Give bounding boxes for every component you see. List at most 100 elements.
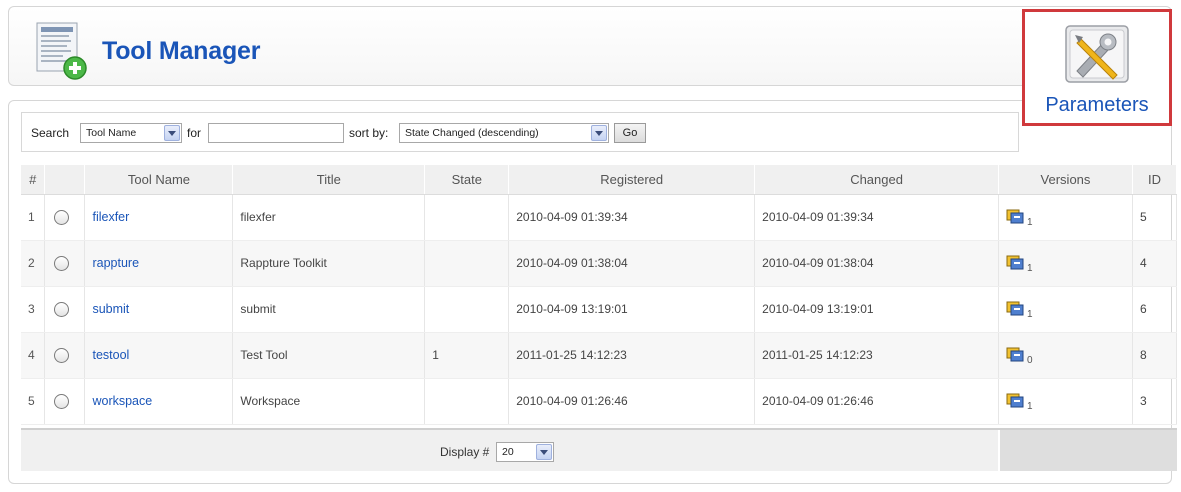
search-label: Search (31, 126, 70, 140)
wrench-screwdriver-icon (1065, 25, 1129, 83)
row-select-cell (44, 332, 86, 379)
versions-cell: 1 (998, 194, 1133, 241)
versions-cell: 1 (998, 286, 1133, 333)
versions-icon[interactable] (1006, 346, 1026, 364)
tool-state (424, 194, 510, 241)
tool-name-link[interactable]: rappture (92, 256, 139, 270)
tool-changed: 2010-04-09 01:26:46 (754, 378, 1000, 425)
tool-id: 5 (1132, 194, 1178, 241)
tools-table: # Tool Name Title State Registered Chang… (21, 165, 1178, 425)
versions-count: 1 (1027, 217, 1033, 229)
row-radio[interactable] (54, 347, 70, 363)
tool-name-cell: testool (84, 332, 234, 379)
tool-id: 6 (1132, 286, 1178, 333)
row-radio[interactable] (54, 393, 70, 409)
chevron-down-icon (164, 125, 180, 141)
tool-changed: 2010-04-09 01:39:34 (754, 194, 1000, 241)
tool-name-cell: submit (84, 286, 234, 333)
versions-count: 1 (1027, 309, 1033, 321)
tool-title: Rappture Toolkit (232, 240, 426, 287)
tool-name-cell: workspace (84, 378, 234, 425)
tool-id: 3 (1132, 378, 1178, 425)
tool-title: Workspace (232, 378, 426, 425)
versions-cell: 1 (998, 240, 1133, 287)
tool-name-cell: rappture (84, 240, 234, 287)
tool-title: Test Tool (232, 332, 426, 379)
versions-cell: 1 (998, 378, 1133, 425)
row-radio[interactable] (54, 209, 70, 225)
versions-icon[interactable] (1006, 208, 1026, 226)
row-number: 2 (21, 240, 46, 287)
display-label: Display # (440, 445, 490, 459)
parameters-label: Parameters (1045, 94, 1149, 116)
versions-cell: 0 (998, 332, 1133, 379)
tool-state (424, 378, 510, 425)
row-radio[interactable] (54, 255, 70, 271)
search-input[interactable] (208, 123, 344, 143)
go-button[interactable]: Go (614, 123, 646, 143)
tool-title: filexfer (232, 194, 426, 241)
footer-filler (1000, 430, 1177, 471)
table-row: 3 submit submit 2010-04-09 13:19:01 2010… (21, 286, 1178, 333)
row-select-cell (44, 378, 86, 425)
display-count-value: 20 (502, 446, 514, 458)
tool-registered: 2010-04-09 01:26:46 (508, 378, 756, 425)
col-header-id[interactable]: ID (1132, 165, 1178, 195)
col-header-tool-name[interactable]: Tool Name (84, 165, 234, 195)
parameters-button[interactable]: Parameters (1022, 9, 1172, 126)
tool-registered: 2010-04-09 01:38:04 (508, 240, 756, 287)
col-header-title[interactable]: Title (232, 165, 426, 195)
tool-name-cell: filexfer (84, 194, 234, 241)
tool-changed: 2010-04-09 01:38:04 (754, 240, 1000, 287)
versions-icon[interactable] (1006, 300, 1026, 318)
row-select-cell (44, 286, 86, 333)
tool-changed: 2011-01-25 14:12:23 (754, 332, 1000, 379)
sort-label: sort by: (349, 126, 389, 140)
versions-count: 1 (1027, 401, 1033, 413)
versions-count: 1 (1027, 263, 1033, 275)
search-field-select[interactable]: Tool Name (80, 123, 182, 143)
tool-manager-add-icon (36, 22, 87, 80)
pagination-area: Display # 20 (21, 430, 998, 471)
header-panel: Tool Manager (8, 6, 1172, 86)
chevron-down-icon (591, 125, 607, 141)
row-select-cell (44, 194, 86, 241)
tool-registered: 2011-01-25 14:12:23 (508, 332, 756, 379)
tool-registered: 2010-04-09 13:19:01 (508, 286, 756, 333)
row-radio[interactable] (54, 301, 70, 317)
tool-name-link[interactable]: submit (92, 302, 129, 316)
col-header-changed[interactable]: Changed (754, 165, 1000, 195)
tool-title: submit (232, 286, 426, 333)
versions-count: 0 (1027, 355, 1033, 367)
col-header-state[interactable]: State (424, 165, 510, 195)
tool-state: 1 (424, 332, 510, 379)
tool-registered: 2010-04-09 01:39:34 (508, 194, 756, 241)
page-title: Tool Manager (102, 37, 261, 65)
col-header-registered[interactable]: Registered (508, 165, 756, 195)
tool-name-link[interactable]: filexfer (92, 210, 129, 224)
filter-bar: Search Tool Name for sort by: State Chan… (21, 112, 1019, 152)
chevron-down-icon (536, 444, 552, 460)
display-count-select[interactable]: 20 (496, 442, 554, 462)
tool-name-link[interactable]: workspace (92, 394, 152, 408)
sort-select[interactable]: State Changed (descending) (399, 123, 609, 143)
tool-name-link[interactable]: testool (92, 348, 129, 362)
row-number: 1 (21, 194, 46, 241)
row-select-cell (44, 240, 86, 287)
table-row: 5 workspace Workspace 2010-04-09 01:26:4… (21, 378, 1178, 425)
versions-icon[interactable] (1006, 254, 1026, 272)
table-row: 4 testool Test Tool 1 2011-01-25 14:12:2… (21, 332, 1178, 379)
sort-value: State Changed (descending) (405, 127, 539, 139)
row-number: 5 (21, 378, 46, 425)
tool-state (424, 240, 510, 287)
table-header-row: # Tool Name Title State Registered Chang… (21, 165, 1178, 195)
row-number: 3 (21, 286, 46, 333)
tool-state (424, 286, 510, 333)
tool-id: 4 (1132, 240, 1178, 287)
versions-icon[interactable] (1006, 392, 1026, 410)
table-footer: Display # 20 (21, 428, 1177, 471)
col-header-select (44, 165, 86, 195)
col-header-versions: Versions (998, 165, 1133, 195)
for-label: for (187, 126, 202, 140)
row-number: 4 (21, 332, 46, 379)
